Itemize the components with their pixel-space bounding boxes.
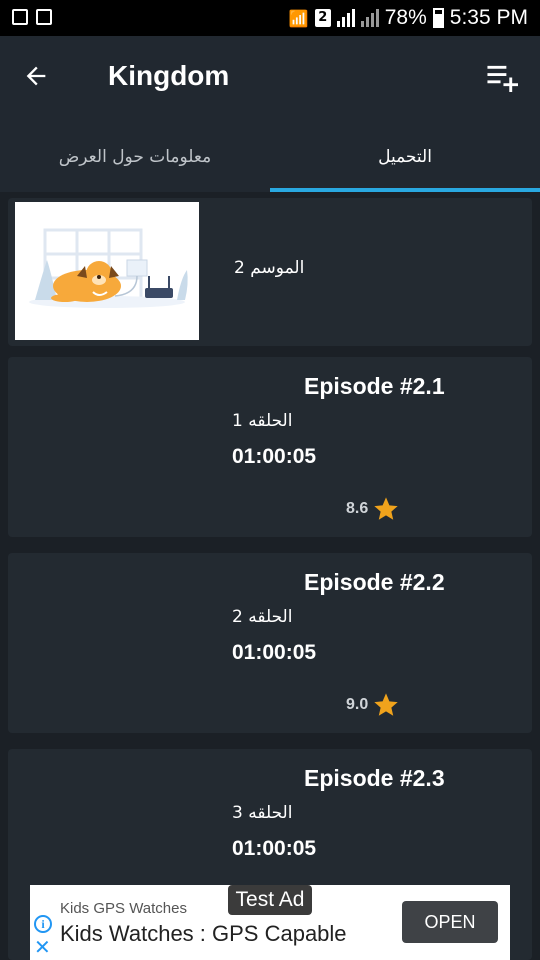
season-card[interactable]: الموسم 2 xyxy=(8,198,532,346)
season-label: الموسم 2 xyxy=(234,258,305,278)
episode-rating: 9.0 xyxy=(346,691,400,719)
star-icon xyxy=(374,497,398,520)
app-toolbar: Kingdom xyxy=(0,36,540,122)
test-ad-badge: Test Ad xyxy=(228,885,312,915)
episode-number: الحلقه 1 xyxy=(232,411,293,431)
wifi-icon: 📶 xyxy=(288,8,309,28)
info-icon[interactable]: i xyxy=(34,915,52,933)
sim-slot-icon: 2 xyxy=(314,9,331,27)
tab-show-info[interactable]: معلومات حول العرض xyxy=(0,122,270,192)
star-icon xyxy=(374,693,398,716)
rating-value: 9.0 xyxy=(346,696,369,713)
image-notification-icon xyxy=(12,9,28,25)
episode-rating: 8.6 xyxy=(346,495,400,523)
ad-open-button[interactable]: OPEN xyxy=(402,901,498,943)
ad-advertiser: Kids GPS Watches xyxy=(60,900,187,917)
back-arrow-icon[interactable] xyxy=(18,58,54,94)
episode-card[interactable]: Episode #2.1 الحلقه 1 01:00:05 8.6 xyxy=(8,357,532,537)
tab-download[interactable]: التحميل xyxy=(270,122,540,192)
episode-title: Episode #2.2 xyxy=(304,569,445,595)
ad-headline: Kids Watches : GPS Capable xyxy=(60,921,347,946)
episode-card[interactable]: Episode #2.2 الحلقه 2 01:00:05 9.0 xyxy=(8,553,532,733)
recycle-notification-icon xyxy=(36,9,52,25)
status-bar: 📶 2 78% 5:35 PM xyxy=(0,0,540,36)
close-icon[interactable]: ✕ xyxy=(34,935,51,960)
page-title: Kingdom xyxy=(108,60,230,91)
tab-indicator xyxy=(270,188,540,192)
signal-2-icon xyxy=(360,9,379,27)
rating-value: 8.6 xyxy=(346,500,369,517)
season-thumbnail xyxy=(15,202,199,340)
battery-percent: 78% xyxy=(384,6,427,29)
episode-duration: 01:00:05 xyxy=(232,641,317,664)
battery-icon xyxy=(432,8,444,28)
episode-number: الحلقه 3 xyxy=(232,803,293,823)
clock: 5:35 PM xyxy=(449,6,528,29)
playlist-add-icon[interactable] xyxy=(484,60,524,96)
episode-title: Episode #2.1 xyxy=(304,373,445,399)
episode-duration: 01:00:05 xyxy=(232,837,317,860)
episode-title: Episode #2.3 xyxy=(304,765,445,791)
signal-icon xyxy=(336,9,355,27)
tab-bar: معلومات حول العرض التحميل xyxy=(0,122,540,192)
episode-duration: 01:00:05 xyxy=(232,445,317,468)
episode-number: الحلقه 2 xyxy=(232,607,293,627)
